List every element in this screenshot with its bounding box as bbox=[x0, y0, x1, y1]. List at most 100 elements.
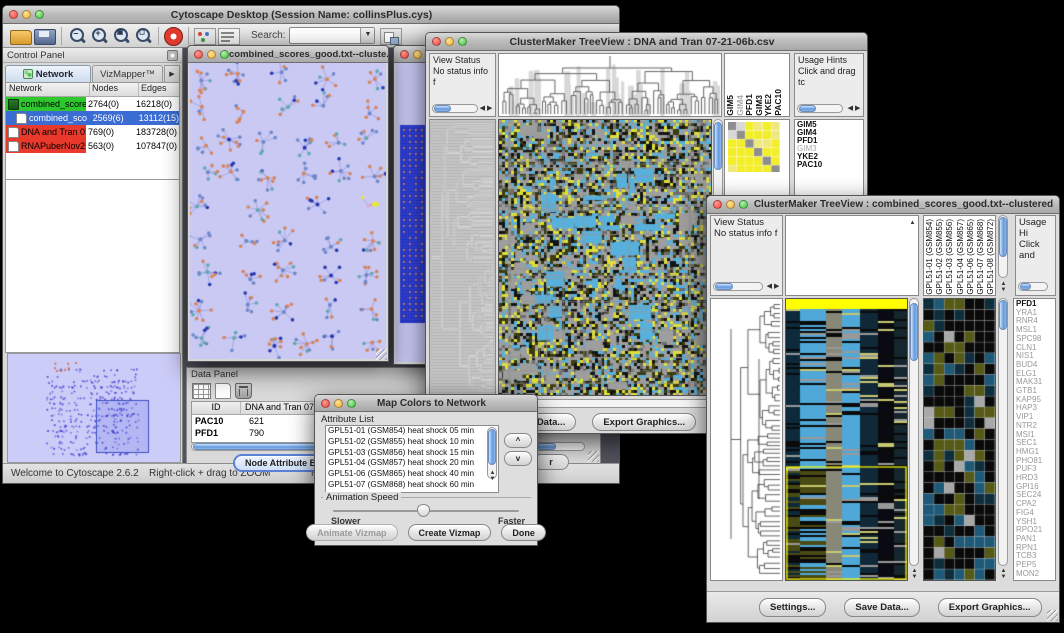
zoom-button[interactable] bbox=[347, 399, 356, 408]
minimize-button[interactable] bbox=[334, 399, 343, 408]
move-up-button[interactable]: ^ bbox=[504, 433, 532, 448]
zoom-selected-icon[interactable]: ◻ bbox=[133, 26, 153, 45]
tv2-column-dendrogram-empty[interactable]: ▲ bbox=[785, 215, 919, 296]
tv1-action-button[interactable]: Export Graphics... bbox=[592, 413, 696, 431]
main-titlebar[interactable]: Cytoscape Desktop (Session Name: collins… bbox=[3, 6, 619, 24]
tab-vizmapper[interactable]: VizMapper™ bbox=[92, 65, 163, 82]
delete-attribute-icon[interactable] bbox=[235, 383, 252, 399]
search-combobox[interactable]: ▼ bbox=[289, 27, 375, 44]
tv1-titlebar[interactable]: ClusterMaker TreeView : DNA and Tran 07-… bbox=[426, 33, 867, 51]
dialog-titlebar[interactable]: Map Colors to Network bbox=[315, 395, 537, 412]
close-button[interactable] bbox=[713, 200, 722, 209]
close-button[interactable] bbox=[432, 37, 441, 46]
attribute-list-scroll-arrows[interactable]: ▲▼ bbox=[488, 470, 497, 482]
global-heatmap-canvas[interactable] bbox=[499, 120, 711, 395]
animate-vizmap-button[interactable]: Animate Vizmap bbox=[306, 524, 397, 541]
attribute-list-item[interactable]: GPL51-06 (GSM865) heat shock 40 min bbox=[328, 469, 498, 480]
zoom-button[interactable] bbox=[739, 200, 748, 209]
tv1-row-dendrogram[interactable] bbox=[429, 119, 496, 396]
network-table-row[interactable]: combined_sco 2569(6) 13112(15) bbox=[6, 111, 179, 125]
scroll-arrow-up[interactable]: ▲ bbox=[908, 220, 917, 226]
close-button[interactable] bbox=[400, 50, 409, 59]
zoom-fit-icon[interactable]: ▣ bbox=[111, 26, 131, 45]
tv2-action-button[interactable]: Save Data... bbox=[844, 598, 919, 617]
tab-network[interactable]: Network bbox=[5, 65, 91, 82]
minimize-button[interactable] bbox=[726, 200, 735, 209]
datapanel-right-scrollbar[interactable] bbox=[535, 442, 585, 451]
tv2-zoom-heatmap[interactable] bbox=[923, 298, 996, 581]
save-icon[interactable] bbox=[34, 29, 56, 45]
tv2-row-dendrogram[interactable] bbox=[710, 298, 783, 581]
column-dendrogram-canvas[interactable] bbox=[499, 54, 721, 116]
tv2-labels-vscrollbar[interactable] bbox=[998, 215, 1008, 278]
tv2-gene-list[interactable]: PFD1YRA1RNR4MSL1SPC98CLN1NIS1BUD4ELG1MAK… bbox=[1013, 298, 1056, 581]
attribute-list-item[interactable]: GPL51-04 (GSM857) heat shock 20 min bbox=[328, 458, 498, 469]
datapanel-col-id[interactable]: ID bbox=[192, 402, 241, 414]
col-header-edges[interactable]: Edges bbox=[139, 83, 179, 96]
usage-hints-scrollbar[interactable] bbox=[797, 104, 843, 113]
heatmap-scroll-arrows[interactable]: ▲▼ bbox=[910, 568, 919, 580]
zoom-button[interactable] bbox=[35, 10, 44, 19]
scroll-arrows[interactable]: ◀ ▶ bbox=[847, 106, 861, 112]
search-dropdown-arrow-icon[interactable]: ▼ bbox=[360, 28, 374, 43]
attribute-list-item[interactable]: GPL51-03 (GSM856) heat shock 15 min bbox=[328, 448, 498, 459]
minimize-button[interactable] bbox=[22, 10, 31, 19]
scroll-arrows[interactable]: ◀ ▶ bbox=[479, 106, 493, 112]
close-button[interactable] bbox=[9, 10, 18, 19]
done-button[interactable]: Done bbox=[501, 524, 546, 541]
move-down-button[interactable]: v bbox=[504, 451, 532, 466]
attribute-list-item[interactable]: GPL51-01 (GSM854) heat shock 05 min bbox=[328, 426, 498, 437]
datapanel-resize-grip[interactable] bbox=[588, 451, 599, 462]
network-view-canvas[interactable] bbox=[190, 63, 386, 359]
zoom-out-icon[interactable]: – bbox=[67, 26, 87, 45]
attribute-list-item[interactable]: GPL51-07 (GSM868) heat shock 60 min bbox=[328, 480, 498, 491]
tv1-column-dendrogram[interactable] bbox=[498, 53, 722, 117]
zoom-matrix-canvas[interactable] bbox=[728, 122, 780, 172]
zoom-button[interactable] bbox=[220, 50, 229, 59]
annotation-icon[interactable] bbox=[218, 28, 240, 45]
attribute-list-item[interactable]: GPL51-02 (GSM855) heat shock 10 min bbox=[328, 437, 498, 448]
network-frame1-canvas-area[interactable] bbox=[190, 63, 386, 359]
table-mode-icon[interactable] bbox=[192, 383, 211, 399]
zoom-button[interactable] bbox=[458, 37, 467, 46]
frame-resize-grip[interactable] bbox=[376, 349, 387, 360]
create-vizmap-button[interactable]: Create Vizmap bbox=[408, 524, 492, 541]
tv1-heatmap[interactable] bbox=[498, 119, 712, 396]
tv2-action-button[interactable]: Export Graphics... bbox=[938, 598, 1042, 617]
tab-overflow-arrow[interactable]: ▶ bbox=[164, 65, 180, 82]
tv2-zoom-vscrollbar[interactable] bbox=[998, 298, 1008, 566]
network-table-row[interactable]: RNAPuberNov2+! 563(0) 107847(0) bbox=[6, 139, 179, 153]
help-lifesaver-icon[interactable] bbox=[164, 27, 183, 46]
view-status-scrollbar[interactable] bbox=[713, 282, 763, 291]
float-panel-icon[interactable] bbox=[167, 50, 178, 61]
tv2-titlebar[interactable]: ClusterMaker TreeView : combined_scores_… bbox=[707, 196, 1059, 214]
minimize-button[interactable] bbox=[445, 37, 454, 46]
row-dendrogram-canvas[interactable] bbox=[711, 299, 782, 580]
window-controls[interactable] bbox=[9, 10, 44, 19]
search-config-icon[interactable] bbox=[380, 28, 402, 45]
close-button[interactable] bbox=[194, 50, 203, 59]
labels-scroll-arrows[interactable]: ▲▼ bbox=[999, 281, 1008, 293]
network-overview-canvas[interactable] bbox=[8, 354, 178, 460]
network-table-row[interactable]: DNA and Tran 07 769(0) 183728(0) bbox=[6, 125, 179, 139]
minimize-button[interactable] bbox=[413, 50, 422, 59]
usage-hints-scrollbar[interactable] bbox=[1018, 282, 1048, 291]
global-heatmap-canvas[interactable] bbox=[786, 299, 907, 580]
tv2-action-button[interactable]: Settings... bbox=[759, 598, 826, 617]
network-table-row[interactable]: combined_scores 2764(0) 16218(0) bbox=[6, 97, 179, 111]
tv2-heatmap[interactable] bbox=[785, 298, 908, 581]
network-frame1-titlebar[interactable]: combined_scores_good.txt--cluste... bbox=[188, 46, 388, 63]
zoom-heatmap-canvas[interactable] bbox=[924, 299, 995, 580]
scroll-arrows[interactable]: ◀ ▶ bbox=[766, 284, 780, 290]
open-file-icon[interactable] bbox=[10, 30, 32, 45]
minimize-button[interactable] bbox=[207, 50, 216, 59]
view-status-scrollbar[interactable] bbox=[432, 104, 478, 113]
vizmap-icon[interactable] bbox=[194, 28, 216, 45]
new-attribute-icon[interactable] bbox=[215, 383, 231, 399]
zoom-scroll-arrows[interactable]: ▲▼ bbox=[999, 568, 1008, 580]
zoom-in-icon[interactable]: + bbox=[89, 26, 109, 45]
tv2-resize-grip[interactable] bbox=[1047, 610, 1058, 621]
tv2-heatmap-vscrollbar[interactable] bbox=[909, 298, 919, 566]
row-dendrogram-canvas[interactable] bbox=[430, 120, 495, 395]
close-button[interactable] bbox=[321, 399, 330, 408]
